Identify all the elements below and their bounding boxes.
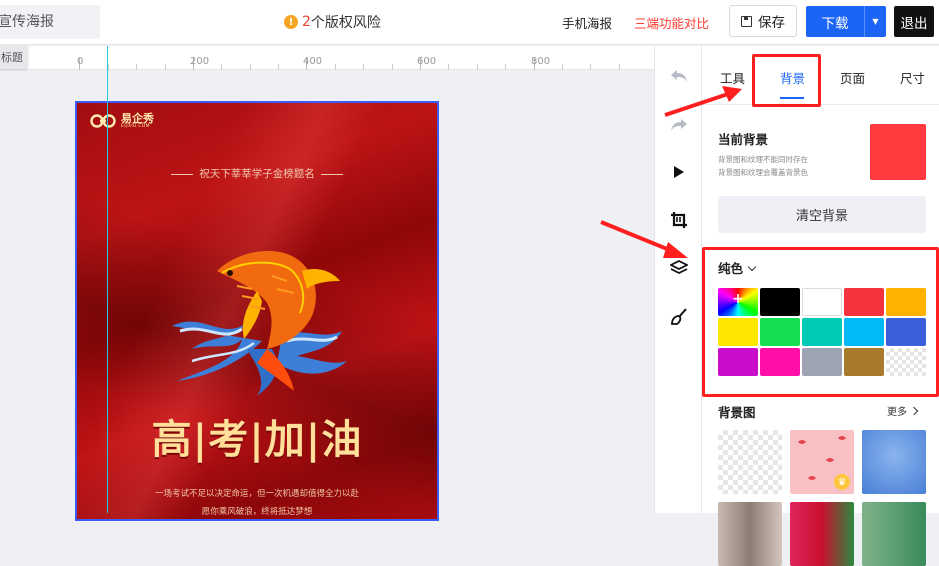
clear-background-button[interactable]: 清空背景: [718, 196, 926, 233]
mobile-poster-link[interactable]: 手机海报: [562, 13, 612, 32]
compare-link[interactable]: 三端功能对比: [634, 13, 709, 32]
ruler-label: 800: [531, 56, 551, 67]
background-thumbnail[interactable]: [718, 430, 782, 494]
annotation-highlight-tab: [752, 54, 821, 107]
current-background-note: 背景图和纹理会覆盖背景色: [718, 168, 808, 177]
logo-name: 易企秀: [121, 112, 154, 125]
background-image-title: 背景图: [718, 405, 756, 420]
background-thumbnail[interactable]: [790, 502, 854, 566]
risk-count: 2: [302, 14, 311, 30]
current-background-swatch[interactable]: [870, 124, 926, 180]
title-tag-chip[interactable]: 标题: [0, 44, 28, 69]
logo-sub: EQXIU.COM: [121, 124, 150, 129]
tab-size[interactable]: 尺寸: [900, 68, 925, 87]
save-label: 保存: [758, 15, 785, 31]
save-icon: [741, 15, 752, 27]
koi-fish-illustration[interactable]: [162, 231, 362, 401]
redo-icon[interactable]: [667, 113, 691, 137]
exit-button[interactable]: 退出: [894, 6, 934, 37]
copyright-risk[interactable]: ! 2 个版权风险: [284, 12, 381, 32]
poster-body-line2[interactable]: 愿你乘风破浪，终将抵达梦想: [77, 505, 437, 517]
vip-crown-icon: ♛: [834, 474, 850, 490]
tab-page[interactable]: 页面: [840, 68, 865, 87]
risk-label: 个版权风险: [310, 15, 381, 31]
current-background-title: 当前背景: [718, 132, 769, 147]
poster-headline[interactable]: 高|考|加|油: [77, 407, 437, 465]
clean-brush-icon[interactable]: [667, 305, 691, 329]
top-bar: 宣传海报 ! 2 个版权风险 手机海报 三端功能对比 保存 下载 ▼ 退出: [0, 0, 939, 45]
ruler-label: 600: [417, 56, 437, 67]
tab-tools[interactable]: 工具: [720, 68, 745, 87]
background-thumbnail[interactable]: [718, 502, 782, 566]
chevron-right-icon: [909, 406, 919, 416]
warning-icon: !: [284, 15, 298, 29]
ruler-label: 0: [77, 56, 84, 67]
background-thumbnail[interactable]: ♛: [790, 430, 854, 494]
more-link[interactable]: 更多: [887, 403, 919, 418]
horizontal-ruler: 0 200 400 600 800: [0, 46, 654, 70]
ruler-label: 200: [190, 56, 210, 67]
ruler-label: 400: [303, 56, 323, 67]
poster-body-line1[interactable]: 一场考试不足以决定命运，但一次机遇却值得全力以赴: [77, 487, 437, 499]
annotation-highlight-swatches: [702, 247, 939, 397]
poster-canvas[interactable]: 易企秀 EQXIU.COM 祝天下莘莘学子金榜题名 高|考|加|油 一场考试不足…: [75, 101, 439, 521]
current-background-note: 背景图和纹理不能同时存在: [718, 155, 808, 164]
chevron-down-icon[interactable]: ▼: [864, 6, 886, 37]
play-icon[interactable]: [667, 160, 691, 184]
tool-strip: [654, 46, 702, 513]
poster-motto[interactable]: 祝天下莘莘学子金榜题名: [77, 166, 437, 181]
logo-icon: [90, 114, 116, 128]
crop-icon[interactable]: [667, 208, 691, 232]
title-input[interactable]: 宣传海报: [0, 5, 100, 39]
save-button[interactable]: 保存: [729, 5, 797, 37]
layers-icon[interactable]: [667, 256, 691, 280]
download-button[interactable]: 下载 ▼: [806, 6, 886, 37]
background-thumbnail[interactable]: [862, 430, 926, 494]
poster-logo[interactable]: 易企秀 EQXIU.COM: [89, 113, 154, 129]
download-label: 下载: [821, 15, 849, 32]
background-thumbnail[interactable]: [862, 502, 926, 566]
undo-icon[interactable]: [667, 64, 691, 88]
vertical-guide-line[interactable]: [107, 46, 108, 513]
